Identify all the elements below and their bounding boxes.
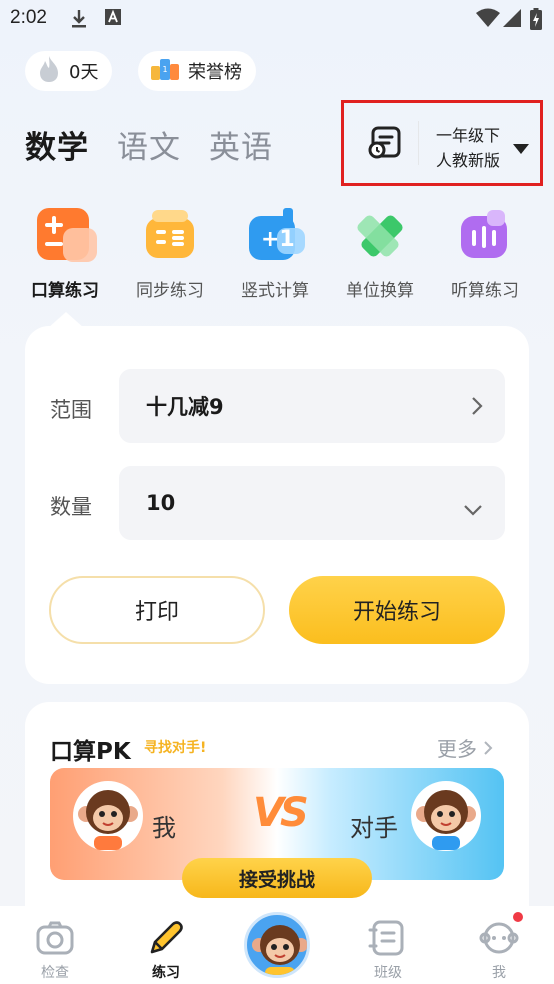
- app-a-icon: [105, 8, 121, 30]
- feature-label: 竖式计算: [241, 281, 309, 301]
- camera-icon: [35, 918, 75, 958]
- more-label: 更多: [437, 737, 477, 761]
- chevron-right-icon: [471, 396, 483, 421]
- nav-practice[interactable]: 练习: [111, 906, 221, 982]
- start-practice-button[interactable]: 开始练习: [289, 576, 505, 644]
- nav-me[interactable]: 我: [444, 906, 554, 982]
- pencil-icon: [146, 918, 186, 958]
- nav-label: 我: [492, 965, 506, 981]
- accept-challenge-button[interactable]: 接受挑战: [182, 858, 372, 898]
- pk-more-link[interactable]: 更多: [437, 733, 493, 762]
- vs-label-text: VS: [253, 790, 309, 836]
- feature-vertical-calc[interactable]: +1 竖式计算: [223, 208, 327, 301]
- range-label: 范围: [50, 398, 92, 422]
- feature-sync-practice[interactable]: 同步练习: [118, 208, 222, 301]
- tab-chinese[interactable]: 语文: [117, 122, 181, 167]
- grade-level[interactable]: 一年级下: [436, 122, 500, 146]
- ruler-icon: [352, 208, 408, 264]
- feature-listening-calc[interactable]: 听算练习: [433, 208, 537, 301]
- profile-face-icon: [479, 918, 519, 958]
- feature-unit-conversion[interactable]: 单位换算: [328, 208, 432, 301]
- grade-divider: [418, 121, 419, 165]
- nav-class[interactable]: 班级: [333, 906, 443, 982]
- honor-board-pill[interactable]: 1 荣誉榜: [138, 51, 256, 91]
- count-label: 数量: [50, 495, 92, 519]
- center-mascot-button[interactable]: [244, 912, 310, 978]
- feature-label: 口算练习: [31, 281, 99, 301]
- print-button[interactable]: 打印: [49, 576, 265, 644]
- vertical-calc-icon: +1: [247, 208, 305, 264]
- my-avatar: [72, 780, 144, 856]
- streak-label: 0天: [69, 62, 99, 83]
- svg-text:1: 1: [162, 65, 167, 74]
- feature-label: 同步练习: [136, 281, 204, 301]
- tab-english[interactable]: 英语: [209, 122, 273, 167]
- textbook-edition[interactable]: 人教新版: [436, 147, 500, 171]
- grade-dropdown-icon[interactable]: [513, 139, 529, 158]
- calculator-icon: [37, 208, 97, 264]
- notification-dot: [511, 910, 525, 924]
- count-value: 10: [146, 491, 176, 515]
- book-practice-icon: [142, 208, 198, 264]
- feature-label: 单位换算: [346, 281, 414, 301]
- count-selector[interactable]: 10: [119, 466, 505, 540]
- battery-icon: [530, 8, 542, 34]
- wifi-icon: [476, 8, 500, 32]
- tab-math[interactable]: 数学: [25, 122, 89, 167]
- opponent-avatar: [410, 780, 482, 856]
- download-icon: [70, 8, 88, 34]
- feature-label: 听算练习: [451, 281, 519, 301]
- nav-label: 检查: [41, 965, 69, 981]
- class-list-icon: [368, 918, 408, 958]
- vs-label: VS: [253, 790, 309, 836]
- honor-label: 荣誉榜: [188, 62, 242, 83]
- range-selector[interactable]: 十几减9: [119, 369, 505, 443]
- textbook-icon[interactable]: [367, 125, 403, 165]
- streak-pill[interactable]: 0天: [25, 51, 113, 91]
- nav-label: 班级: [374, 965, 402, 981]
- flame-icon: [37, 55, 61, 88]
- audio-wave-icon: [457, 208, 513, 264]
- opponent-label: 对手: [350, 814, 398, 842]
- practice-card: 范围 十几减9 数量 10 打印 开始练习: [25, 326, 529, 684]
- podium-icon: 1: [150, 56, 180, 87]
- feature-mental-math[interactable]: 口算练习: [13, 208, 117, 301]
- status-bar: 2:02: [0, 0, 554, 38]
- svg-text:+1: +1: [261, 227, 295, 252]
- chevron-down-icon: [463, 497, 483, 521]
- pk-subtitle: 寻找对手!: [144, 740, 207, 756]
- status-time: 2:02: [10, 7, 47, 28]
- signal-icon: [503, 8, 521, 32]
- me-label: 我: [152, 814, 176, 842]
- range-value: 十几减9: [146, 395, 224, 419]
- nav-check[interactable]: 检查: [0, 906, 110, 982]
- chevron-right-icon: [483, 737, 493, 761]
- nav-label: 练习: [152, 965, 180, 981]
- pk-title: 口算PK: [50, 739, 131, 765]
